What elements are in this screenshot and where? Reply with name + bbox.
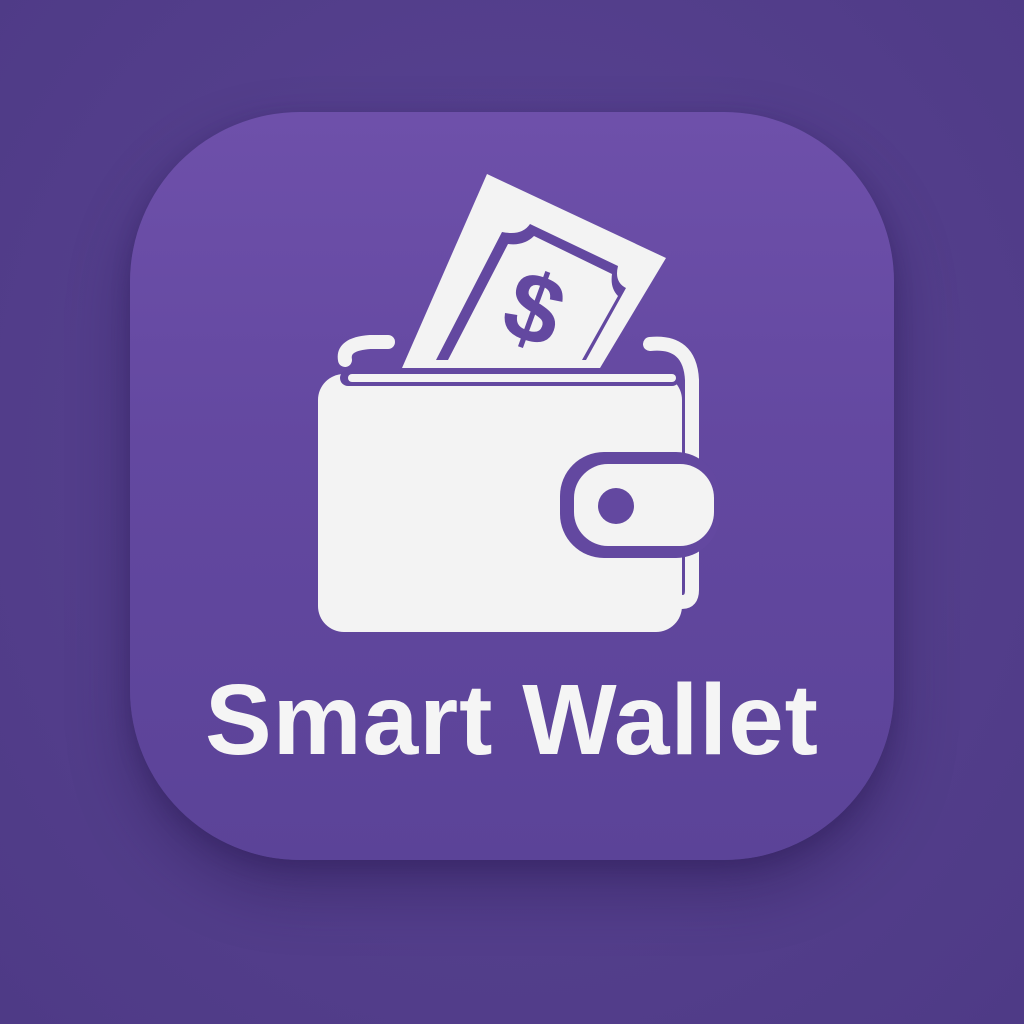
wallet-clasp xyxy=(574,464,714,546)
app-icon-tile[interactable]: $ Smart Wallet xyxy=(130,112,894,860)
wallet-top-rim xyxy=(337,335,395,367)
wallet-clasp-button xyxy=(598,488,634,524)
wallet-fold-highlight xyxy=(348,374,676,382)
app-icon-canvas: $ Smart Wallet xyxy=(0,0,1024,1024)
app-name: Smart Wallet xyxy=(204,664,819,776)
